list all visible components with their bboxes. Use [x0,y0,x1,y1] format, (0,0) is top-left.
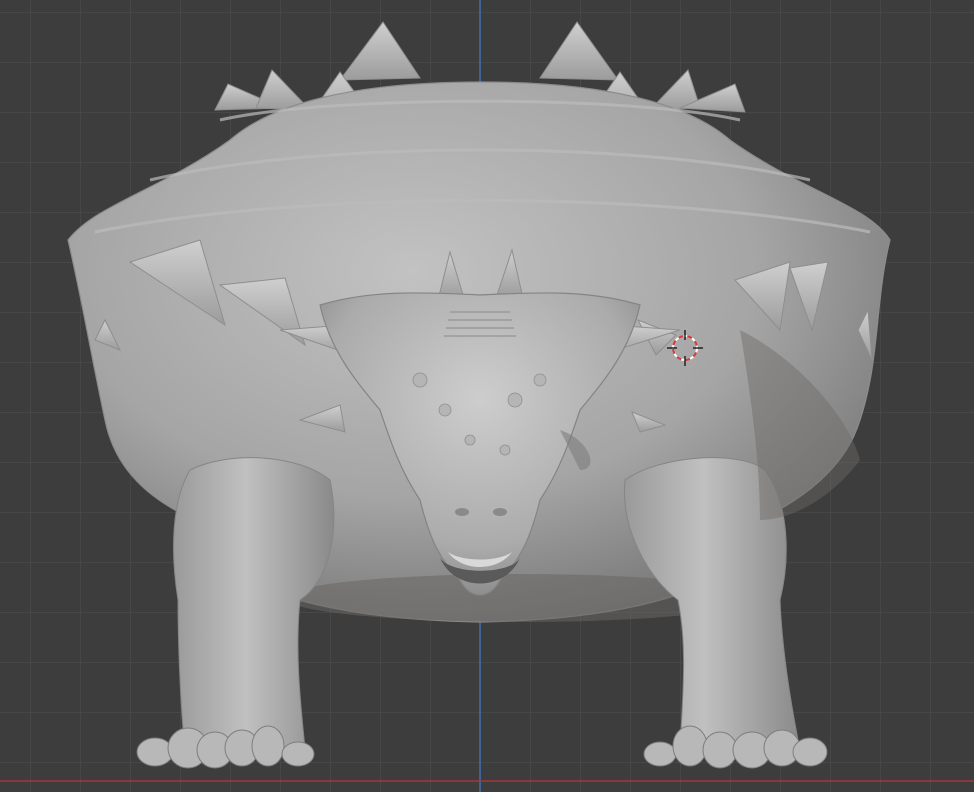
viewport-scene [0,0,974,792]
3d-viewport[interactable] [0,0,974,792]
ankylosaur-mesh[interactable] [67,21,891,769]
